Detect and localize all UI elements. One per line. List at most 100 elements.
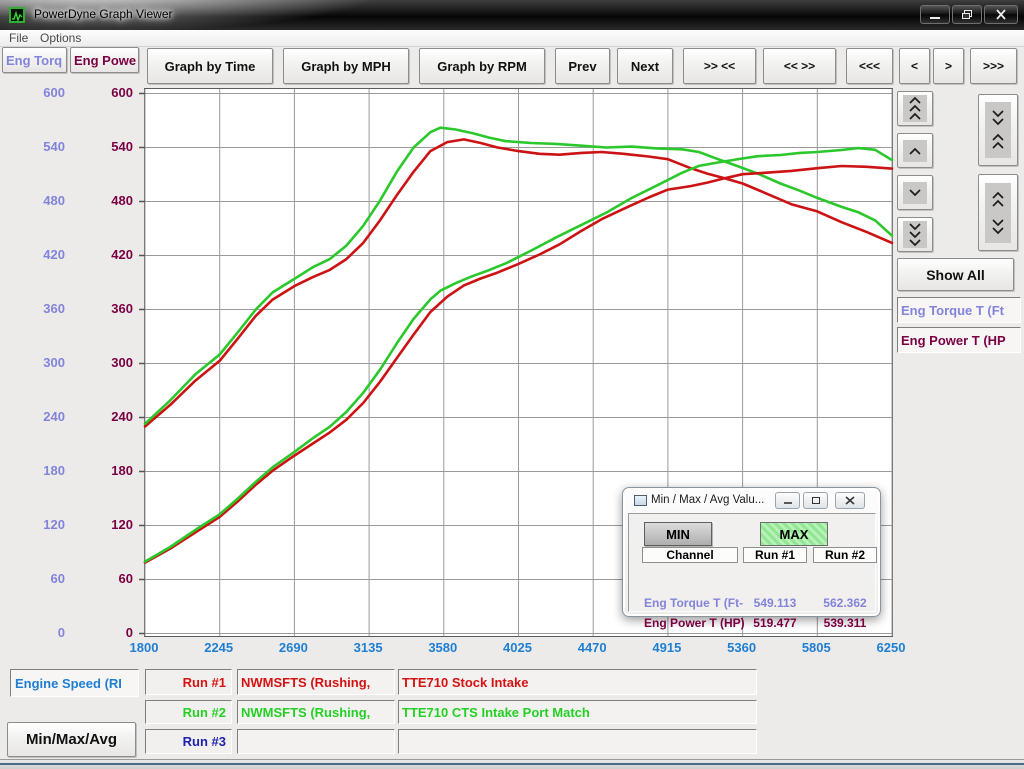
run1-label[interactable]: Run #1 bbox=[145, 669, 232, 695]
tab-eng-power[interactable]: Eng Powe bbox=[70, 47, 139, 73]
legend-eng-power[interactable]: Eng Power T (HP bbox=[897, 327, 1021, 353]
tab-eng-torque[interactable]: Eng Torq bbox=[2, 47, 67, 73]
row-power-run1-value: 519.477 bbox=[743, 616, 807, 631]
menu-file[interactable]: File bbox=[9, 31, 28, 45]
chevron-up-icon bbox=[903, 140, 927, 162]
minmax-window-title: Min / Max / Avg Valu... bbox=[651, 494, 764, 506]
torque-tick-360: 360 bbox=[1, 301, 65, 317]
row-power-channel: Eng Power T (HP) bbox=[644, 616, 745, 631]
torque-tick-480: 480 bbox=[1, 193, 65, 209]
x-tick-5360: 5360 bbox=[710, 640, 774, 656]
show-all-button[interactable]: Show All bbox=[897, 258, 1014, 291]
y-scroll-up-button[interactable] bbox=[897, 133, 933, 168]
y-scale-compress-button[interactable] bbox=[978, 94, 1018, 166]
minmax-body: MIN MAX Channel Run #1 Run #2 Eng Torque… bbox=[628, 513, 876, 612]
x-tick-4915: 4915 bbox=[635, 640, 699, 656]
torque-tick-540: 540 bbox=[1, 139, 65, 155]
next-button[interactable]: Next bbox=[617, 48, 673, 84]
chevron-down-icon bbox=[903, 182, 927, 204]
chevrons-outward-icon bbox=[985, 183, 1011, 243]
run3-name-field[interactable] bbox=[398, 729, 757, 754]
torque-tick-180: 180 bbox=[1, 463, 65, 479]
x-tick-5805: 5805 bbox=[784, 640, 848, 656]
minmaxavg-button[interactable]: Min/Max/Avg bbox=[7, 722, 136, 757]
graph-by-mph-button[interactable]: Graph by MPH bbox=[283, 48, 409, 84]
torque-tick-420: 420 bbox=[1, 247, 65, 263]
minmax-window-icon bbox=[634, 495, 647, 506]
run2-comment-field[interactable]: NWMSFTS (Rushing, bbox=[237, 700, 395, 724]
y-scroll-down-button[interactable] bbox=[897, 175, 933, 210]
y-scroll-down-fast-button[interactable] bbox=[897, 217, 933, 252]
column-header-run2[interactable]: Run #2 bbox=[813, 547, 877, 563]
torque-tick-120: 120 bbox=[1, 517, 65, 533]
min-toggle-button[interactable]: MIN bbox=[644, 522, 712, 546]
powerdyne-window: PowerDyne Graph Viewer File Options Eng … bbox=[0, 0, 1024, 768]
menu-options[interactable]: Options bbox=[40, 31, 81, 45]
close-button[interactable] bbox=[984, 5, 1018, 24]
row-torque-run2-value: 562.362 bbox=[813, 596, 877, 611]
minmax-window[interactable]: Min / Max / Avg Valu... MIN MAX Channel … bbox=[622, 487, 881, 617]
x-tick-3580: 3580 bbox=[411, 640, 475, 656]
x-tick-2690: 2690 bbox=[261, 640, 325, 656]
minmax-close-button[interactable] bbox=[835, 492, 865, 509]
graph-by-time-button[interactable]: Graph by Time bbox=[147, 48, 273, 84]
max-toggle-button[interactable]: MAX bbox=[760, 522, 828, 546]
window-title: PowerDyne Graph Viewer bbox=[34, 7, 173, 21]
power-tick-360: 360 bbox=[69, 301, 133, 317]
triple-chevron-up-icon bbox=[903, 95, 927, 122]
run2-label[interactable]: Run #2 bbox=[145, 700, 232, 724]
column-header-run1[interactable]: Run #1 bbox=[743, 547, 807, 563]
prev-button[interactable]: Prev bbox=[555, 48, 610, 84]
x-tick-3135: 3135 bbox=[336, 640, 400, 656]
chevrons-inward-icon bbox=[985, 102, 1011, 158]
run3-label[interactable]: Run #3 bbox=[145, 729, 232, 754]
x-tick-2245: 2245 bbox=[187, 640, 251, 656]
scroll-left-button[interactable]: < bbox=[899, 48, 930, 84]
app-icon bbox=[9, 7, 25, 23]
torque-tick-0: 0 bbox=[1, 625, 65, 641]
torque-tick-60: 60 bbox=[1, 571, 65, 587]
power-tick-180: 180 bbox=[69, 463, 133, 479]
zoom-in-x-button[interactable]: >> << bbox=[683, 48, 756, 84]
torque-tick-240: 240 bbox=[1, 409, 65, 425]
x-axis-channel-button[interactable]: Engine Speed (RI bbox=[10, 669, 139, 697]
x-tick-4025: 4025 bbox=[486, 640, 550, 656]
graph-by-rpm-button[interactable]: Graph by RPM bbox=[419, 48, 545, 84]
x-tick-4470: 4470 bbox=[560, 640, 624, 656]
minmax-restore-button[interactable] bbox=[803, 492, 828, 509]
run1-name-field[interactable]: TTE710 Stock Intake bbox=[398, 669, 757, 695]
torque-tick-300: 300 bbox=[1, 355, 65, 371]
column-header-channel[interactable]: Channel bbox=[642, 547, 738, 563]
y-scale-expand-button[interactable] bbox=[978, 174, 1018, 251]
legend-eng-torque[interactable]: Eng Torque T (Ft bbox=[897, 297, 1021, 323]
power-tick-540: 540 bbox=[69, 139, 133, 155]
scroll-right-button[interactable]: > bbox=[933, 48, 964, 84]
scroll-left-fast-button[interactable]: <<< bbox=[846, 48, 893, 84]
restore-button[interactable] bbox=[952, 5, 982, 24]
run1-comment-field[interactable]: NWMSFTS (Rushing, bbox=[237, 669, 395, 695]
power-tick-420: 420 bbox=[69, 247, 133, 263]
title-bar[interactable]: PowerDyne Graph Viewer bbox=[0, 0, 1024, 30]
power-tick-120: 120 bbox=[69, 517, 133, 533]
power-tick-60: 60 bbox=[69, 571, 133, 587]
minmax-minimize-button[interactable] bbox=[775, 492, 800, 509]
run2-name-field[interactable]: TTE710 CTS Intake Port Match bbox=[398, 700, 757, 724]
zoom-out-x-button[interactable]: << >> bbox=[763, 48, 836, 84]
power-tick-240: 240 bbox=[69, 409, 133, 425]
minimize-button[interactable] bbox=[920, 5, 950, 24]
power-tick-480: 480 bbox=[69, 193, 133, 209]
run3-comment-field[interactable] bbox=[237, 729, 395, 754]
x-tick-6250: 6250 bbox=[859, 640, 923, 656]
row-power-run2-value: 539.311 bbox=[813, 616, 877, 631]
power-tick-0: 0 bbox=[69, 625, 133, 641]
menu-bar: File Options bbox=[0, 30, 1024, 47]
torque-tick-600: 600 bbox=[1, 85, 65, 101]
power-tick-300: 300 bbox=[69, 355, 133, 371]
scroll-right-fast-button[interactable]: >>> bbox=[970, 48, 1017, 84]
y-scroll-up-fast-button[interactable] bbox=[897, 91, 933, 126]
power-tick-600: 600 bbox=[69, 85, 133, 101]
x-tick-1800: 1800 bbox=[112, 640, 176, 656]
triple-chevron-down-icon bbox=[903, 221, 927, 248]
row-torque-run1-value: 549.113 bbox=[743, 596, 807, 611]
row-torque-channel: Eng Torque T (Ft- bbox=[644, 596, 743, 611]
